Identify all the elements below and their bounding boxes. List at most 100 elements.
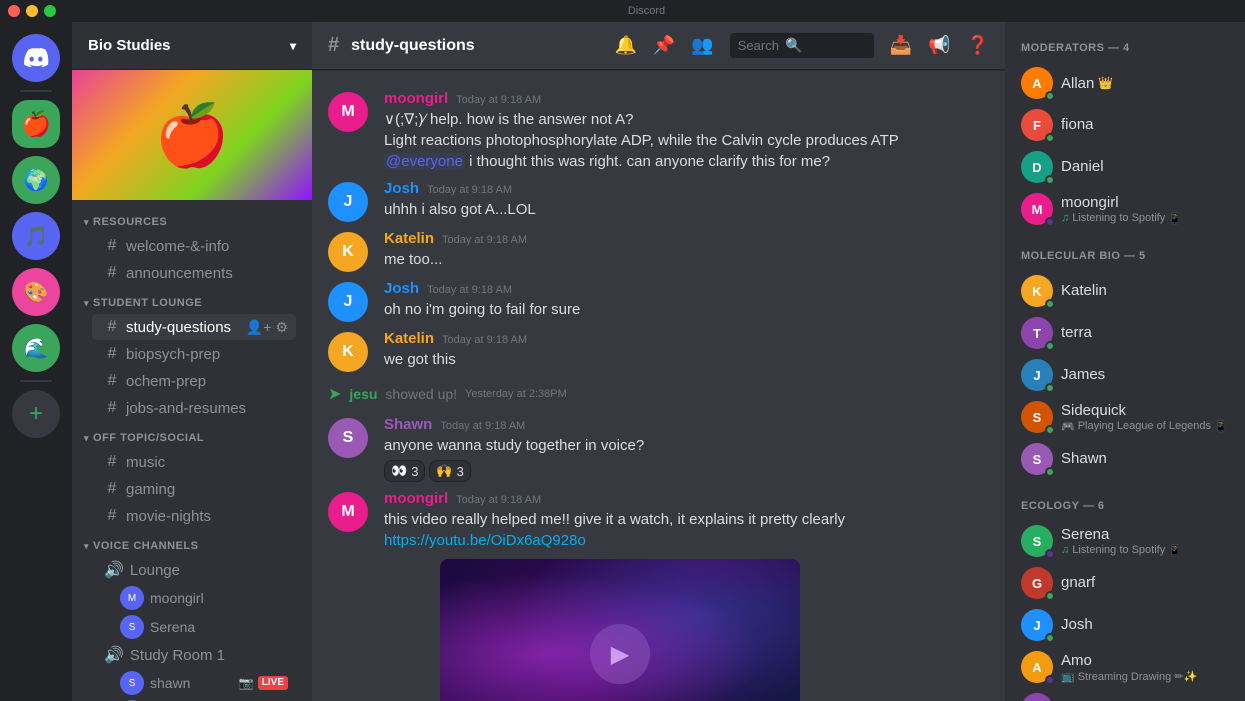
add-user-icon[interactable]: 👤+ xyxy=(246,319,272,336)
member-katelin[interactable]: K Katelin xyxy=(1013,270,1237,312)
video-thumbnail: ▶ xyxy=(440,559,800,701)
category-header-offtopic[interactable]: ▾ OFF TOPIC/SOCIAL xyxy=(84,428,304,448)
member-gnarf[interactable]: G gnarf xyxy=(1013,562,1237,604)
message-text: oh no i'm going to fail for sure xyxy=(384,299,989,320)
status-indicator xyxy=(1045,91,1055,101)
search-bar[interactable]: Search 🔍 xyxy=(730,33,874,58)
member-muffins[interactable]: M muffins xyxy=(1013,688,1237,701)
channel-name: biopsych-prep xyxy=(126,346,220,363)
category-name-offtopic: OFF TOPIC/SOCIAL xyxy=(93,432,204,444)
server-icon-2[interactable]: 🌍 xyxy=(12,156,60,204)
message-author: Katelin xyxy=(384,330,434,347)
add-server-button[interactable]: + xyxy=(12,390,60,438)
member-allan[interactable]: A Allan 👑 xyxy=(1013,62,1237,104)
voice-user-moongirl[interactable]: M moongirl xyxy=(92,584,296,612)
member-daniel[interactable]: D Daniel xyxy=(1013,146,1237,188)
message-text-2: Light reactions photophosphorylate ADP, … xyxy=(384,130,989,151)
category-header-lounge[interactable]: ▾ STUDENT LOUNGE xyxy=(84,293,304,313)
member-shawn[interactable]: S Shawn xyxy=(1013,438,1237,480)
avatar: J xyxy=(1021,359,1053,391)
member-serena[interactable]: S Serena ♫ Listening to Spotify 📱 xyxy=(1013,520,1237,562)
server-separator-2 xyxy=(20,380,52,382)
member-fiona[interactable]: F fiona xyxy=(1013,104,1237,146)
member-james[interactable]: J James xyxy=(1013,354,1237,396)
channel-name: gaming xyxy=(126,481,175,498)
channel-ochem-prep[interactable]: # ochem-prep xyxy=(92,368,296,394)
channel-welcome-info[interactable]: # welcome-&-info xyxy=(92,233,296,259)
server-icon-4[interactable]: 🎨 xyxy=(12,268,60,316)
member-amo[interactable]: A Amo 📺 Streaming Drawing ✏✨ xyxy=(1013,646,1237,688)
member-sidequick[interactable]: S Sidequick 🎮 Playing League of Legends … xyxy=(1013,396,1237,438)
message-author: Katelin xyxy=(384,230,434,247)
avatar: S xyxy=(120,671,144,695)
messages-container[interactable]: M moongirl Today at 9:18 AM ∨(;∇;)∕ help… xyxy=(312,70,1005,701)
channel-biopsych-prep[interactable]: # biopsych-prep xyxy=(92,341,296,367)
inbox-icon[interactable]: 📥 xyxy=(890,35,912,56)
reaction-hands[interactable]: 🙌 3 xyxy=(429,460,470,482)
category-header-voice[interactable]: ▾ VOICE CHANNELS xyxy=(84,536,304,556)
message-header: Josh Today at 9:18 AM xyxy=(384,180,989,197)
message-text: anyone wanna study together in voice? xyxy=(384,435,989,456)
member-info: Shawn xyxy=(1061,450,1229,468)
maximize-button[interactable] xyxy=(44,5,56,17)
activity-text: Listening to Spotify xyxy=(1072,544,1165,556)
close-button[interactable] xyxy=(8,5,20,17)
voice-user-serena[interactable]: S Serena xyxy=(92,613,296,641)
activity-icon[interactable]: 📢 xyxy=(928,35,950,56)
status-indicator xyxy=(1045,549,1055,559)
avatar: T xyxy=(1021,317,1053,349)
help-icon[interactable]: ❓ xyxy=(967,35,989,56)
message-header: Josh Today at 9:18 AM xyxy=(384,280,989,297)
bell-icon[interactable]: 🔔 xyxy=(614,35,636,56)
channel-movie-nights[interactable]: # movie-nights xyxy=(92,503,296,529)
avatar: G xyxy=(1021,567,1053,599)
channel-gaming[interactable]: # gaming xyxy=(92,476,296,502)
reaction-eyes[interactable]: 👀 3 xyxy=(384,460,425,482)
server-header[interactable]: Bio Studies ▾ xyxy=(72,22,312,70)
message-5: K Katelin Today at 9:18 AM we got this xyxy=(312,326,1005,376)
settings-icon[interactable]: ⚙ xyxy=(275,319,288,336)
server-icon-3[interactable]: 🎵 xyxy=(12,212,60,260)
message-1: M moongirl Today at 9:18 AM ∨(;∇;)∕ help… xyxy=(312,86,1005,176)
status-indicator xyxy=(1045,175,1055,185)
member-terra[interactable]: T terra xyxy=(1013,312,1237,354)
member-activity: ♫ Listening to Spotify 📱 xyxy=(1061,212,1229,225)
reaction-emoji: 👀 xyxy=(391,463,407,479)
channel-name: jobs-and-resumes xyxy=(126,400,246,417)
message-header: Shawn Today at 9:18 AM xyxy=(384,416,989,433)
channel-name: welcome-&-info xyxy=(126,238,229,255)
category-header-resources[interactable]: ▾ RESOURCES xyxy=(84,212,304,232)
server-icon-5[interactable]: 🌊 xyxy=(12,324,60,372)
member-moongirl[interactable]: M moongirl ♫ Listening to Spotify 📱 xyxy=(1013,188,1237,230)
channel-study-questions[interactable]: # study-questions 👤+ ⚙ xyxy=(92,314,296,340)
voice-channel-lounge[interactable]: 🔊 Lounge xyxy=(92,557,296,583)
member-josh[interactable]: J Josh xyxy=(1013,604,1237,646)
member-activity: 🎮 Playing League of Legends 📱 xyxy=(1061,420,1229,433)
avatar: M xyxy=(1021,693,1053,701)
voice-channel-study-room-1[interactable]: 🔊 Study Room 1 xyxy=(92,642,296,668)
member-name: gnarf xyxy=(1061,574,1095,591)
message-2: J Josh Today at 9:18 AM uhhh i also got … xyxy=(312,176,1005,226)
channel-announcements[interactable]: # announcements xyxy=(92,260,296,286)
minimize-button[interactable] xyxy=(26,5,38,17)
server-icon-discord[interactable] xyxy=(12,34,60,82)
category-resources: ▾ RESOURCES # welcome-&-info # announcem… xyxy=(72,208,312,289)
system-message-jesu: ➤ jesu showed up! Yesterday at 2:38PM xyxy=(312,376,1005,412)
channel-jobs-resumes[interactable]: # jobs-and-resumes xyxy=(92,395,296,421)
video-embed[interactable]: ▶ xyxy=(440,559,800,701)
status-indicator xyxy=(1045,133,1055,143)
titlebar-controls[interactable] xyxy=(8,5,56,17)
member-name: James xyxy=(1061,366,1105,383)
pin-icon[interactable]: 📌 xyxy=(653,35,675,56)
channel-music[interactable]: # music xyxy=(92,449,296,475)
avatar: K xyxy=(328,332,368,372)
voice-user-shawn[interactable]: S shawn 📷 LIVE xyxy=(92,669,296,697)
video-link[interactable]: https://youtu.be/OiDx6aQ928o xyxy=(384,532,586,549)
avatar: M xyxy=(120,586,144,610)
main-content: # study-questions 🔔 📌 👥 Search 🔍 📥 📢 ❓ M xyxy=(312,22,1005,701)
members-icon[interactable]: 👥 xyxy=(691,35,713,56)
activity-text: Listening to Spotify xyxy=(1072,212,1165,224)
reactions: 👀 3 🙌 3 xyxy=(384,460,989,482)
activity-text: Playing League of Legends xyxy=(1078,420,1211,432)
server-icon-bio-studies[interactable]: 🍎 xyxy=(12,100,60,148)
